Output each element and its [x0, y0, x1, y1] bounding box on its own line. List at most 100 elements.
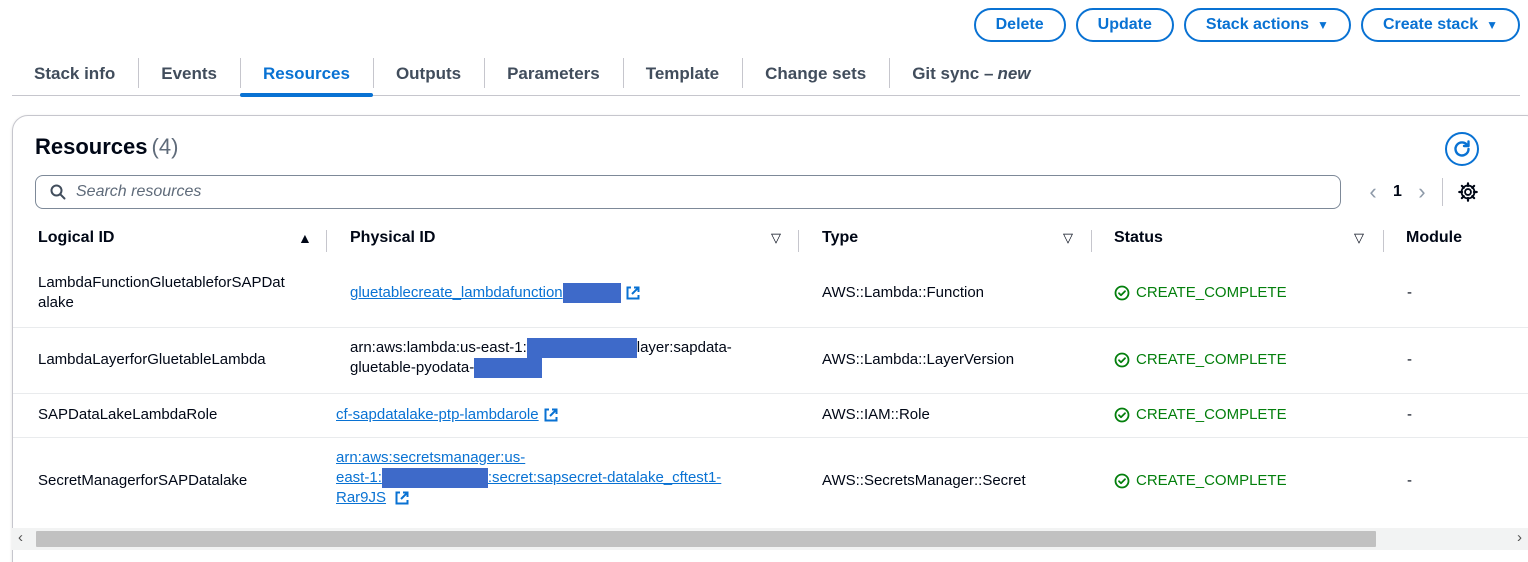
table-row: SecretManagerforSAPDatalake arn:aws:secr…	[13, 438, 1528, 526]
sort-icon[interactable]: ▽	[771, 224, 781, 252]
physical-id-cell: gluetablecreate_lambdafunction	[350, 283, 641, 303]
type-cell: AWS::IAM::Role	[822, 406, 930, 423]
column-divider	[1091, 230, 1092, 252]
stack-tabs: Stack info Events Resources Outputs Para…	[12, 52, 1520, 97]
redaction-mark	[562, 283, 621, 303]
module-cell: -	[1407, 472, 1412, 489]
logical-id-text: LambdaFunctionGluetableforSAPDat	[38, 274, 285, 291]
update-button[interactable]: Update	[1075, 8, 1174, 42]
tab-stack-info[interactable]: Stack info	[12, 52, 138, 96]
tab-label: Resources	[263, 63, 350, 83]
resources-table-body: LambdaFunctionGluetableforSAPDat alake g…	[13, 261, 1528, 526]
search-input[interactable]	[76, 183, 1276, 201]
status-cell: CREATE_COMPLETE	[1114, 405, 1287, 425]
column-label: Logical ID	[38, 229, 115, 246]
delete-button[interactable]: Delete	[973, 8, 1066, 42]
caret-down-icon: ▼	[1486, 18, 1498, 32]
physical-id-line: gluetable-pyodata-	[350, 358, 732, 379]
module-cell: -	[1407, 284, 1412, 301]
logical-id-cell: SAPDataLakeLambdaRole	[38, 406, 218, 423]
physical-id-cell: arn:aws:secretsmanager:us- east-1: :secre…	[336, 448, 721, 508]
external-link-icon[interactable]	[543, 407, 559, 423]
column-label: Status	[1114, 229, 1163, 246]
tab-label: Stack info	[34, 63, 116, 83]
sort-icon[interactable]: ▽	[1354, 224, 1364, 252]
success-icon	[1114, 407, 1130, 423]
table-row: LambdaLayerforGluetableLambda arn:aws:la…	[13, 328, 1528, 394]
update-label: Update	[1097, 16, 1152, 33]
previous-page-icon[interactable]: ‹	[1367, 179, 1379, 205]
current-page[interactable]: 1	[1393, 183, 1402, 201]
refresh-button[interactable]	[1445, 132, 1479, 166]
stack-actions-label: Stack actions	[1205, 16, 1310, 33]
search-resources	[35, 175, 1341, 209]
column-header-status[interactable]: Status	[1114, 224, 1163, 252]
success-icon	[1114, 285, 1130, 301]
physical-id-text: gluetable-pyodata-	[350, 359, 475, 377]
tab-label: Parameters	[507, 63, 600, 83]
status-text: CREATE_COMPLETE	[1136, 351, 1287, 368]
create-stack-button[interactable]: Create stack ▼	[1360, 8, 1520, 42]
tab-outputs[interactable]: Outputs	[372, 52, 484, 96]
delete-label: Delete	[995, 16, 1044, 33]
stack-actions-button[interactable]: Stack actions ▼	[1183, 8, 1351, 42]
table-row: SAPDataLakeLambdaRole cf-sapdatalake-ptp…	[13, 394, 1528, 438]
tab-change-sets[interactable]: Change sets	[742, 52, 889, 96]
physical-id-link[interactable]: cf-sapdatalake-ptp-lambdarole	[336, 405, 539, 425]
sort-ascending-icon[interactable]: ▲	[298, 224, 312, 252]
type-cell: AWS::Lambda::Function	[822, 284, 985, 301]
tab-label: Change sets	[765, 63, 867, 83]
physical-id-link[interactable]: gluetablecreate_lambdafunction	[350, 283, 563, 303]
tab-label: Events	[161, 63, 217, 83]
refresh-icon	[1454, 140, 1470, 157]
column-header-module[interactable]: Module	[1406, 224, 1462, 252]
resources-container: Resources(4) ‹ 1 › Logical ID ▲ Physical…	[12, 115, 1528, 562]
gear-icon[interactable]	[1457, 181, 1479, 203]
stack-actions-bar: Delete Update Stack actions ▼ Create stac…	[973, 8, 1520, 42]
status-cell: CREATE_COMPLETE	[1114, 350, 1287, 370]
horizontal-scrollbar[interactable]: ‹ ›	[12, 528, 1528, 550]
sort-icon[interactable]: ▽	[1063, 224, 1073, 252]
tab-parameters[interactable]: Parameters	[484, 52, 623, 96]
scroll-left-icon[interactable]: ‹	[18, 529, 23, 546]
search-icon	[50, 184, 66, 200]
resources-heading: Resources (4)	[35, 134, 178, 160]
scrollbar-thumb[interactable]	[36, 531, 1376, 547]
tab-template[interactable]: Template	[622, 52, 742, 96]
tab-label: Template	[645, 63, 720, 83]
column-header-type[interactable]: Type	[822, 224, 858, 252]
tab-resources[interactable]: Resources	[240, 52, 373, 97]
column-header-logical-id[interactable]: Logical ID	[38, 224, 114, 252]
physical-id-line: arn:aws:lambda:us-east-1: layer:sapdata-	[350, 338, 732, 359]
divider	[1441, 178, 1443, 206]
physical-id-link[interactable]: :secret:sapsecret-datalake_cftest1-	[488, 469, 721, 486]
column-divider	[798, 230, 799, 252]
external-link-icon[interactable]	[394, 490, 410, 506]
table-row: LambdaFunctionGluetableforSAPDat alake g…	[13, 261, 1528, 328]
physical-id-link[interactable]: Rar9JS	[336, 489, 386, 506]
logical-id-text: alake	[38, 294, 74, 311]
type-cell: AWS::SecretsManager::Secret	[822, 472, 1026, 489]
status-cell: CREATE_COMPLETE	[1114, 283, 1287, 303]
physical-id-link[interactable]: east-1:	[336, 469, 382, 486]
tab-label: Outputs	[395, 63, 462, 83]
status-text: CREATE_COMPLETE	[1136, 284, 1287, 301]
module-cell: -	[1407, 351, 1412, 368]
tab-label: Git sync –	[912, 63, 994, 83]
column-header-physical-id[interactable]: Physical ID	[350, 224, 435, 252]
create-stack-label: Create stack	[1382, 16, 1479, 33]
pagination: ‹ 1 ›	[1367, 176, 1479, 208]
tab-events[interactable]: Events	[138, 52, 240, 96]
physical-id-text: layer:sapdata-	[636, 339, 732, 356]
external-link-icon[interactable]	[625, 285, 641, 301]
tab-git-sync[interactable]: Git sync – new	[889, 52, 1053, 96]
scroll-right-icon[interactable]: ›	[1517, 529, 1522, 546]
status-text: CREATE_COMPLETE	[1136, 406, 1287, 423]
column-label: Module	[1406, 229, 1462, 246]
success-icon	[1114, 473, 1130, 489]
physical-id-link[interactable]: arn:aws:secretsmanager:us-	[336, 449, 525, 466]
column-divider	[1383, 230, 1384, 252]
column-label: Physical ID	[350, 229, 436, 246]
resources-count: (4)	[151, 134, 179, 159]
next-page-icon[interactable]: ›	[1416, 179, 1428, 205]
